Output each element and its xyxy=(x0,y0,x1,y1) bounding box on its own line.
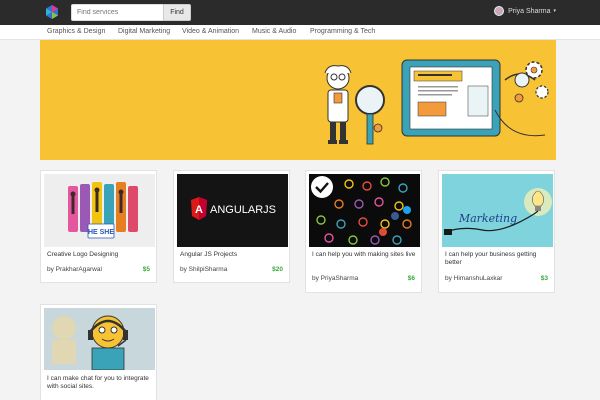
gig-title[interactable]: I can help you with making sites live xyxy=(312,251,416,259)
gig-card-business-marketing[interactable]: Marketing I can help your business getti… xyxy=(438,170,555,293)
gig-card-chat[interactable]: I can make chat for you to integrate wit… xyxy=(40,304,157,400)
user-name: Priya Sharma xyxy=(508,7,551,15)
he-she-logo-thumbnail: HE SHE xyxy=(44,174,155,247)
category-music-audio[interactable]: Music & Audio xyxy=(252,28,296,35)
gig-author[interactable]: by HimanshuLaxkar xyxy=(445,275,502,282)
search-input[interactable] xyxy=(71,4,163,21)
angularjs-logo-text: ANGULARJS xyxy=(210,204,276,216)
gig-price: $6 xyxy=(407,275,415,282)
marketing-bulb-thumbnail: Marketing xyxy=(442,174,553,247)
gig-author[interactable]: by ShilpiSharma xyxy=(180,266,227,273)
avatar xyxy=(494,6,505,16)
category-graphics-design[interactable]: Graphics & Design xyxy=(47,28,105,35)
category-nav: Graphics & Design Digital Marketing Vide… xyxy=(0,25,600,40)
tablet-illustration xyxy=(401,59,501,137)
category-video-animation[interactable]: Video & Animation xyxy=(182,28,239,35)
gig-card-logo-designing[interactable]: HE SHE Creative Logo Designing by Prakha… xyxy=(40,170,157,283)
gig-card-sites-live[interactable]: I can help you with making sites live by… xyxy=(305,170,422,293)
search-bar: Find xyxy=(71,4,191,21)
site-logo[interactable] xyxy=(45,5,59,19)
gig-title[interactable]: I can make chat for you to integrate wit… xyxy=(47,375,151,391)
hero-banner[interactable] xyxy=(40,40,556,160)
user-menu[interactable]: Priya Sharma ▾ xyxy=(494,6,556,16)
gig-price: $20 xyxy=(272,266,283,273)
find-button[interactable]: Find xyxy=(163,4,191,21)
gig-price: $3 xyxy=(540,275,548,282)
angularjs-logo-thumbnail: A ANGULARJS xyxy=(177,174,288,247)
top-bar: Find Priya Sharma ▾ xyxy=(0,0,600,25)
category-programming-tech[interactable]: Programming & Tech xyxy=(310,28,375,35)
gig-price: $5 xyxy=(142,266,150,273)
category-digital-marketing[interactable]: Digital Marketing xyxy=(118,28,170,35)
gig-author[interactable]: by PriyaSharma xyxy=(312,275,358,282)
gig-title[interactable]: I can help your business getting better xyxy=(445,251,549,267)
scientist-illustration xyxy=(324,65,352,144)
gig-title[interactable]: Creative Logo Designing xyxy=(47,251,151,259)
banner-illustration xyxy=(324,59,549,145)
marketing-script-text: Marketing xyxy=(458,212,517,225)
svg-text:A: A xyxy=(195,204,203,216)
gig-title[interactable]: Angular JS Projects xyxy=(180,251,284,259)
magnifier-illustration xyxy=(355,85,385,145)
gig-card-angularjs[interactable]: A ANGULARJS Angular JS Projects by Shilp… xyxy=(173,170,290,283)
chevron-down-icon: ▾ xyxy=(553,8,556,14)
social-icons-thumbnail xyxy=(309,174,420,247)
he-she-badge-text: HE SHE xyxy=(88,229,114,236)
gig-author[interactable]: by PrakharAgarwal xyxy=(47,266,102,273)
chat-support-thumbnail xyxy=(44,308,155,370)
